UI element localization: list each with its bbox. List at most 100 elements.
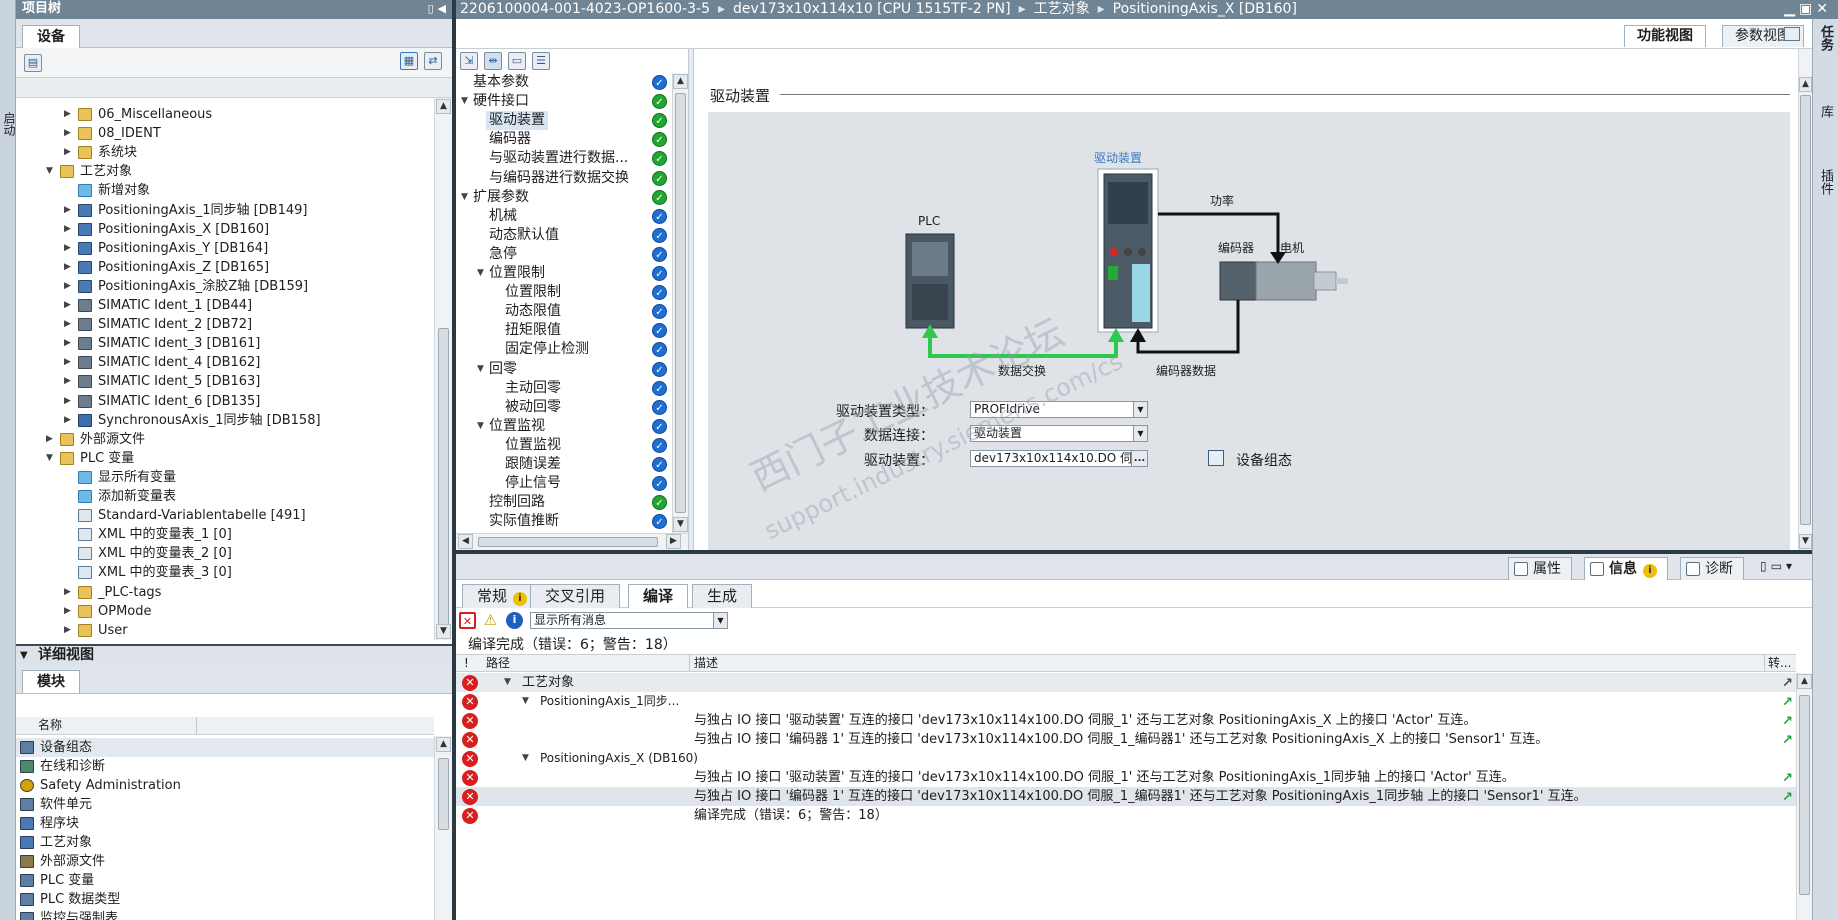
scroll-down-icon[interactable]: ▼	[1799, 534, 1812, 549]
goto-arrow-icon[interactable]: ↗	[1782, 788, 1793, 807]
message-row[interactable]: ✕ ▼ 工艺对象 ↗	[456, 673, 1796, 692]
chevron-right-icon[interactable]: ▶	[64, 124, 74, 143]
error-filter-icon[interactable]: ✕	[459, 612, 476, 629]
chevron-down-icon[interactable]: ▼	[1133, 402, 1147, 417]
scroll-up-icon[interactable]: ▲	[1797, 674, 1812, 689]
expand-icon[interactable]: ⇹	[484, 52, 502, 70]
chevron-down-icon[interactable]: ▼	[46, 449, 56, 468]
scroll-up-icon[interactable]: ▲	[1799, 77, 1812, 92]
chevron-right-icon[interactable]: ▶	[64, 201, 74, 220]
chevron-down-icon[interactable]: ▼	[1133, 426, 1147, 441]
message-row[interactable]: ✕ 与独占 IO 接口 '驱动装置' 互连的接口 'dev173x10x114x1…	[456, 711, 1796, 730]
panel-controls-icon[interactable]: ▯▭▾	[1760, 559, 1796, 573]
chevron-right-icon[interactable]: ▶	[46, 430, 56, 449]
chevron-right-icon[interactable]: ▶	[64, 411, 74, 430]
chevron-right-icon[interactable]: ▶	[64, 621, 74, 640]
nav-item[interactable]: 动态默认值 ✓	[456, 226, 674, 245]
scroll-left-icon[interactable]: ◀	[458, 534, 473, 549]
chevron-right-icon[interactable]: ▶	[64, 315, 74, 334]
chevron-right-icon[interactable]: ▶	[64, 143, 74, 162]
column-severity[interactable]: !	[464, 655, 469, 671]
goto-arrow-icon[interactable]: ↗	[1782, 712, 1793, 731]
browse-button[interactable]: ...	[1131, 451, 1147, 466]
tab-generate[interactable]: 生成	[692, 584, 753, 608]
chevron-down-icon[interactable]: ▼	[477, 417, 487, 436]
breadcrumb-item[interactable]: PositioningAxis_X [DB160]	[1113, 1, 1297, 17]
nav-item[interactable]: ▼ 硬件接口 ✓	[456, 92, 674, 111]
tab-diagnostics[interactable]: 诊断	[1680, 557, 1744, 580]
device-config-icon[interactable]	[1208, 450, 1224, 466]
nav-item[interactable]: 动态限值 ✓	[456, 302, 674, 321]
nav-item[interactable]: 与驱动装置进行数据... ✓	[456, 149, 674, 168]
project-tree-scrollbar[interactable]: ▲ ▼	[434, 98, 452, 640]
overview-icon[interactable]: ▦	[400, 52, 418, 70]
chevron-right-icon[interactable]: ▶	[64, 105, 74, 124]
chevron-down-icon[interactable]: ▼	[522, 692, 532, 711]
nav-item[interactable]: 跟随误差 ✓	[456, 455, 674, 474]
detail-item[interactable]: 监控与强制表	[16, 909, 434, 920]
breadcrumb-item[interactable]: 工艺对象	[1034, 1, 1090, 17]
chevron-right-icon[interactable]: ▶	[64, 239, 74, 258]
scroll-thumb[interactable]	[438, 328, 449, 628]
chevron-right-icon[interactable]: ▶	[64, 372, 74, 391]
left-task-strip[interactable]: 启动	[0, 0, 16, 920]
chevron-right-icon[interactable]: ▶	[64, 583, 74, 602]
chevron-right-icon[interactable]: ▶	[64, 296, 74, 315]
tab-addins[interactable]: 插件	[1816, 169, 1835, 195]
nav-item[interactable]: 被动回零 ✓	[456, 398, 674, 417]
tab-compile[interactable]: 编译	[628, 584, 689, 608]
folder-view-icon[interactable]: ▭	[508, 52, 526, 70]
chevron-right-icon[interactable]: ▶	[64, 602, 74, 621]
chevron-right-icon[interactable]: ▶	[64, 353, 74, 372]
nav-item[interactable]: 编码器 ✓	[456, 130, 674, 149]
scroll-thumb[interactable]	[1800, 95, 1811, 525]
nav-item[interactable]: 固定停止检测 ✓	[456, 340, 674, 359]
detail-view-scrollbar[interactable]: ▲	[434, 736, 452, 920]
scroll-down-icon[interactable]: ▼	[436, 624, 451, 639]
nav-item[interactable]: 机械 ✓	[456, 207, 674, 226]
breadcrumb-item[interactable]: dev173x10x114x10 [CPU 1515TF-2 PN]	[733, 1, 1011, 17]
nav-item[interactable]: 扭矩限值 ✓	[456, 321, 674, 340]
nav-horizontal-scrollbar[interactable]: ◀ ▶	[456, 533, 688, 550]
column-name[interactable]: 名称	[38, 717, 62, 734]
nav-scrollbar[interactable]: ▲ ▼	[672, 73, 688, 533]
detail-view-title[interactable]: ▼ 详细视图	[16, 644, 452, 664]
nav-item[interactable]: 基本参数 ✓	[456, 73, 674, 92]
split-editor-icon[interactable]	[1784, 27, 1800, 41]
message-scrollbar[interactable]: ▲	[1796, 673, 1812, 920]
chevron-down-icon[interactable]: ▼	[713, 613, 727, 628]
nav-item[interactable]: ▼ 回零 ✓	[456, 360, 674, 379]
chevron-down-icon[interactable]: ▼	[461, 92, 471, 111]
detail-item[interactable]: 在线和诊断	[16, 757, 434, 776]
navigation-icon[interactable]: ⇲	[460, 52, 478, 70]
info-filter-icon[interactable]: i	[506, 612, 523, 629]
scroll-up-icon[interactable]: ▲	[436, 99, 451, 114]
nav-item[interactable]: 与编码器进行数据交换 ✓	[456, 169, 674, 188]
tab-tasks[interactable]: 任务	[1816, 25, 1835, 51]
nav-splitter[interactable]	[688, 49, 694, 550]
scroll-thumb[interactable]	[438, 758, 449, 830]
drive-field[interactable]: dev173x10x114x10.DO 伺服......	[970, 450, 1148, 467]
scroll-up-icon[interactable]: ▲	[436, 737, 451, 752]
tab-libraries[interactable]: 库	[1816, 105, 1835, 118]
goto-arrow-icon[interactable]: ↗	[1782, 693, 1793, 712]
scroll-right-icon[interactable]: ▶	[666, 534, 681, 549]
chevron-right-icon[interactable]: ▶	[64, 392, 74, 411]
chevron-right-icon[interactable]: ▶	[64, 220, 74, 239]
detail-item[interactable]: 工艺对象	[16, 833, 434, 852]
detail-item[interactable]: 软件单元	[16, 795, 434, 814]
new-folder-icon[interactable]: ▤	[24, 54, 42, 72]
nav-item[interactable]: 控制回路 ✓	[456, 493, 674, 512]
nav-item[interactable]: 驱动装置 ✓	[456, 111, 674, 131]
chevron-down-icon[interactable]: ▼	[477, 360, 487, 379]
goto-arrow-icon[interactable]: ↗	[1782, 731, 1793, 750]
detail-item[interactable]: 外部源文件	[16, 852, 434, 871]
collapse-icon[interactable]: ▯ ◀	[428, 0, 446, 18]
tab-cross-references[interactable]: 交叉引用	[530, 584, 621, 608]
message-row[interactable]: ✕ 与独占 IO 接口 '编码器 1' 互连的接口 'dev173x10x114x…	[456, 730, 1796, 749]
scroll-up-icon[interactable]: ▲	[673, 74, 688, 89]
chevron-down-icon[interactable]: ▼	[504, 673, 514, 692]
tab-modules[interactable]: 模块	[22, 670, 80, 693]
column-path[interactable]: 路径	[486, 655, 510, 671]
nav-item[interactable]: 主动回零 ✓	[456, 379, 674, 398]
